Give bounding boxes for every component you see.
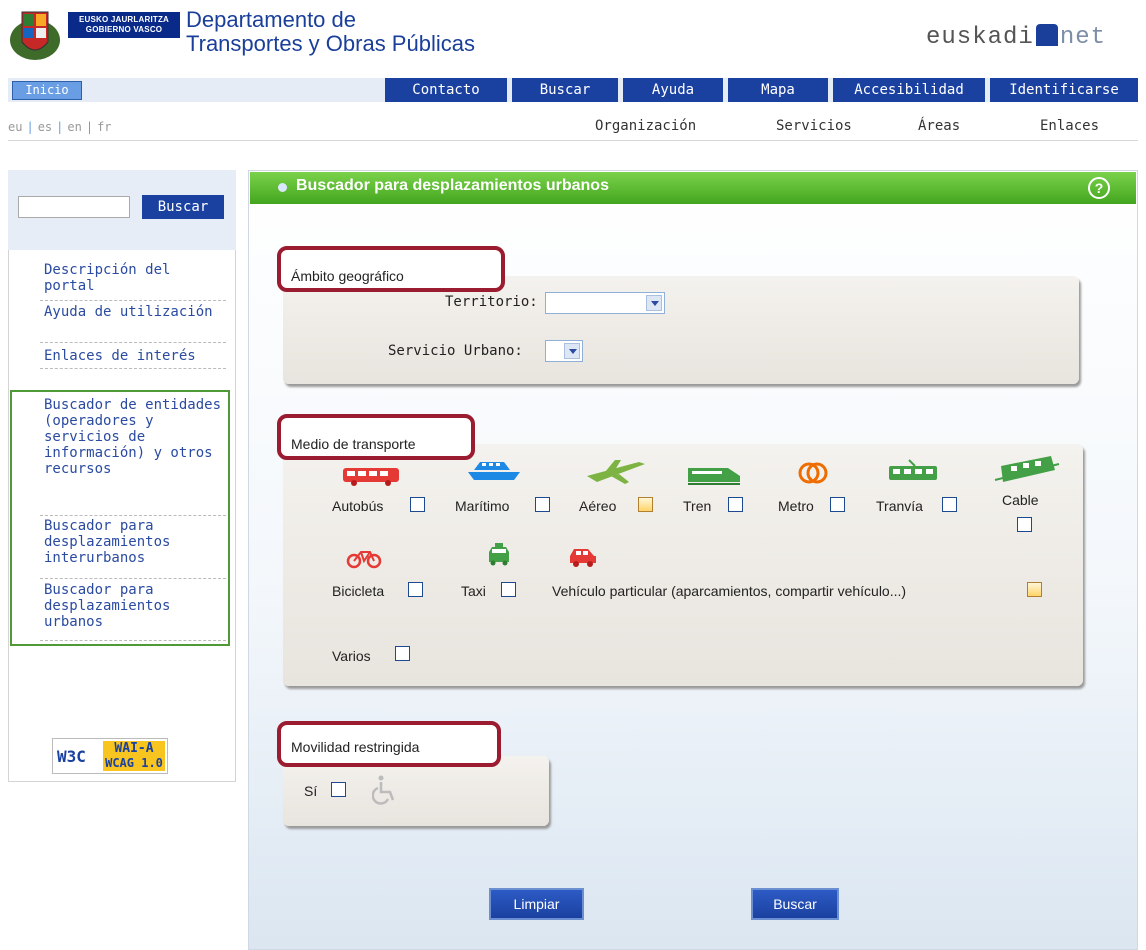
servicio-urbano-label: Servicio Urbano:	[388, 343, 523, 359]
nav-accesibilidad[interactable]: Accesibilidad	[833, 78, 985, 102]
checkbox-cable[interactable]	[1017, 517, 1032, 532]
department-line-2: Transportes y Obras Públicas	[186, 31, 475, 56]
government-line-1: EUSKO JAURLARITZA	[78, 15, 170, 24]
checkbox-aereo[interactable]	[638, 497, 653, 512]
movilidad-legend: Movilidad restringida	[277, 721, 501, 767]
mode-label-tranvia: Tranvía	[876, 498, 923, 514]
subnav-areas[interactable]: Áreas	[918, 118, 960, 134]
wcag-badge[interactable]: W3C WAI-A WCAG 1.0	[52, 738, 168, 774]
mode-label-vehiculo-particular: Vehículo particular (aparcamientos, comp…	[552, 583, 907, 599]
movilidad-si-label: Sí	[304, 783, 318, 799]
nav-ayuda[interactable]: Ayuda	[623, 78, 723, 102]
bullet-icon	[278, 183, 287, 192]
checkbox-tranvia[interactable]	[942, 497, 957, 512]
bus-icon	[342, 464, 402, 495]
lang-en[interactable]: en	[67, 120, 81, 134]
sidebar-divider	[40, 342, 226, 343]
net-text: net	[1059, 24, 1107, 51]
car-icon	[568, 546, 598, 573]
metro-icon	[798, 460, 828, 491]
language-selector: eu | es | en | fr	[8, 120, 112, 134]
limpiar-button[interactable]: Limpiar	[489, 888, 584, 920]
checkbox-autobus[interactable]	[410, 497, 425, 512]
mode-label-autobus: Autobús	[332, 498, 384, 514]
subnav-enlaces[interactable]: Enlaces	[1040, 118, 1099, 134]
panel-title: Buscador para desplazamientos urbanos	[296, 177, 609, 194]
territorio-select[interactable]	[545, 292, 665, 314]
mode-label-cable: Cable	[1002, 492, 1039, 508]
sidebar-search-input[interactable]	[18, 196, 130, 218]
government-line-2: GOBIERNO VASCO	[85, 25, 163, 34]
mode-label-aereo: Aéreo	[579, 498, 617, 514]
header-divider	[8, 140, 1138, 141]
checkbox-varios[interactable]	[395, 646, 410, 661]
sidebar-link-ayuda[interactable]: Ayuda de utilización	[44, 304, 224, 320]
nav-identificarse[interactable]: Identificarse	[990, 78, 1138, 102]
department-title: Departamento de Transportes y Obras Públ…	[186, 8, 475, 56]
ambito-fieldset	[283, 276, 1079, 384]
euskadi-text: euskadi	[926, 24, 1034, 51]
nav-contacto[interactable]: Contacto	[385, 78, 507, 102]
wai-a-label: WAI-A	[114, 741, 154, 756]
mode-label-metro: Metro	[778, 498, 814, 514]
sidebar-tool-urbanos[interactable]: Buscador para desplazamientos urbanos	[44, 582, 224, 630]
plane-icon	[585, 458, 647, 491]
mode-label-maritimo: Marítimo	[455, 498, 510, 514]
w3c-logo: W3C	[57, 747, 86, 766]
ship-icon	[466, 458, 522, 491]
sidebar-tool-interurbanos[interactable]: Buscador para desplazamientos interurban…	[44, 518, 224, 566]
euskadi-net-logo[interactable]: euskadi net	[926, 24, 1106, 51]
department-line-1: Departamento de	[186, 7, 356, 32]
mode-label-taxi: Taxi	[461, 583, 486, 599]
subnav-servicios[interactable]: Servicios	[776, 118, 852, 134]
sidebar-divider	[40, 515, 226, 516]
checkbox-bicicleta[interactable]	[408, 582, 423, 597]
sidebar-search-button[interactable]: Buscar	[142, 195, 224, 219]
wcag-version-label: WCAG 1.0	[105, 756, 163, 770]
sidebar-link-descripcion[interactable]: Descripción del portal	[44, 262, 224, 294]
government-name: EUSKO JAURLARITZA GOBIERNO VASCO	[68, 12, 180, 38]
wheelchair-icon	[371, 775, 398, 810]
lang-fr[interactable]: fr	[97, 120, 111, 134]
checkbox-maritimo[interactable]	[535, 497, 550, 512]
lang-es[interactable]: es	[38, 120, 52, 134]
taxi-icon	[486, 542, 512, 573]
subnav-organizacion[interactable]: Organización	[595, 118, 696, 134]
territorio-label: Territorio:	[445, 294, 538, 310]
tram-icon	[887, 458, 939, 491]
nav-buscar[interactable]: Buscar	[512, 78, 618, 102]
chevron-down-icon	[564, 343, 580, 359]
mode-label-tren: Tren	[683, 498, 712, 514]
medio-legend: Medio de transporte	[277, 414, 475, 460]
inicio-button[interactable]: Inicio	[12, 81, 82, 100]
sidebar-divider	[40, 578, 226, 579]
checkbox-vehiculo-particular[interactable]	[1027, 582, 1042, 597]
sidebar-link-enlaces[interactable]: Enlaces de interés	[44, 348, 224, 364]
checkbox-taxi[interactable]	[501, 582, 516, 597]
ambito-legend: Ámbito geográfico	[277, 246, 505, 292]
train-icon	[686, 462, 744, 493]
sidebar-divider	[40, 300, 226, 301]
checkbox-metro[interactable]	[830, 497, 845, 512]
buscar-button[interactable]: Buscar	[751, 888, 839, 920]
lang-eu[interactable]: eu	[8, 120, 22, 134]
chevron-down-icon	[646, 295, 662, 311]
checkbox-tren[interactable]	[728, 497, 743, 512]
euskadi-square-icon	[1035, 24, 1058, 46]
servicio-urbano-select[interactable]	[545, 340, 583, 362]
mode-label-bicicleta: Bicicleta	[332, 583, 385, 599]
checkbox-movilidad[interactable]	[331, 782, 346, 797]
cable-car-icon	[993, 456, 1063, 491]
sidebar-divider	[40, 368, 226, 369]
sidebar-tool-entidades[interactable]: Buscador de entidades (operadores y serv…	[44, 397, 224, 477]
basque-government-logo	[6, 6, 64, 64]
bicycle-icon	[346, 546, 382, 575]
nav-mapa[interactable]: Mapa	[728, 78, 828, 102]
sidebar-divider	[40, 640, 226, 641]
mode-label-varios: Varios	[332, 648, 371, 664]
help-icon[interactable]: ?	[1088, 177, 1110, 199]
